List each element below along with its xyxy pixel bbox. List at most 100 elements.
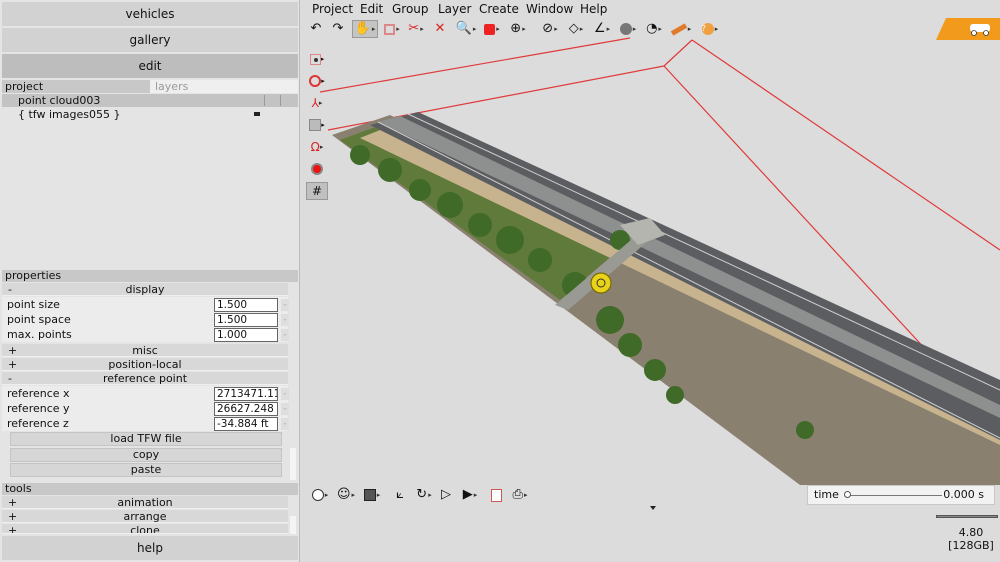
paste-button[interactable]: paste — [10, 463, 282, 477]
align-icon[interactable]: ▸ — [306, 116, 328, 134]
help-button[interactable]: help — [2, 536, 298, 560]
measure-icon[interactable]: ▸ — [616, 20, 640, 38]
angle-icon[interactable]: ∠ ▸ — [590, 20, 614, 38]
left-panel: vehicles gallery edit project layers poi… — [0, 0, 300, 562]
reference-y-input[interactable]: 26627.248 f — [214, 402, 278, 416]
tool-section-arrange[interactable]: arrange + — [2, 510, 288, 523]
time-label: time — [814, 488, 839, 501]
menu-layer[interactable]: Layer — [438, 2, 471, 16]
chevron-down-icon[interactable] — [650, 506, 656, 510]
record-icon[interactable] — [306, 160, 328, 178]
property-reference-y: reference y 26627.248 f - — [2, 401, 289, 416]
section-reference-point[interactable]: reference point - — [2, 372, 288, 385]
delete-icon[interactable]: ✕ — [430, 20, 450, 38]
point-space-input[interactable]: 1.500 — [214, 313, 278, 327]
tree-item-point-cloud[interactable]: point cloud003 — [2, 94, 298, 107]
collapse-toggle[interactable]: - — [8, 372, 12, 385]
tree-item-tfw-images[interactable]: { tfw images055 } — [2, 108, 298, 121]
section-misc[interactable]: misc + — [2, 344, 288, 357]
cube-icon[interactable]: ▸ — [480, 20, 504, 38]
expand-toggle[interactable]: + — [8, 496, 17, 509]
axes-icon[interactable]: ⅄ ▸ — [306, 94, 328, 112]
tool-section-animation[interactable]: animation + — [2, 496, 288, 509]
vehicles-button[interactable]: vehicles — [2, 2, 298, 26]
grid-icon[interactable]: # — [306, 182, 328, 200]
head-icon[interactable]: ☺ ▸ — [334, 486, 358, 504]
hand-icon[interactable]: ✋ ▸ — [352, 20, 378, 38]
ruler-icon[interactable]: ▸ — [668, 20, 694, 38]
print-icon[interactable]: ⎙ ▸ — [508, 486, 532, 504]
move-icon[interactable]: ⊕ ▸ — [506, 20, 530, 38]
path-icon[interactable]: ↻ ▸ — [412, 486, 436, 504]
collapse-toggle[interactable]: - — [8, 283, 12, 296]
section-display[interactable]: display - — [2, 283, 288, 296]
report-icon[interactable] — [486, 486, 506, 504]
section-label: display — [125, 283, 165, 296]
brand-logo-icon — [936, 18, 1000, 40]
section-label: clone — [130, 524, 160, 534]
material-icon[interactable]: ▸ — [360, 486, 384, 504]
point-snap-icon[interactable]: ▸ — [306, 50, 328, 68]
point-size-input[interactable]: 1.500 — [214, 298, 278, 312]
menu-window[interactable]: Window — [526, 2, 573, 16]
properties-scrollbar[interactable] — [290, 448, 296, 480]
expand-toggle[interactable]: + — [8, 510, 17, 523]
tool-section-clone[interactable]: clone + — [2, 524, 288, 534]
record-play-icon[interactable]: ▶ ▸ — [458, 486, 482, 504]
help-icon[interactable]: ? ▸ — [698, 20, 722, 38]
time-slider[interactable]: time 0.000 s — [807, 485, 995, 505]
property-reference-x: reference x 2713471.11 - — [2, 386, 289, 401]
rotate-icon[interactable]: ⊘ ▸ — [538, 20, 562, 38]
3d-viewport[interactable]: Project Edit Group Layer Create Window H… — [300, 0, 1000, 562]
menu-edit[interactable]: Edit — [360, 2, 383, 16]
tools-scrollbar[interactable] — [290, 516, 296, 534]
property-reset-button[interactable]: - — [281, 299, 289, 311]
property-point-space: point space 1.500 - — [2, 312, 289, 327]
property-reset-button[interactable]: - — [281, 403, 289, 415]
lock-icon[interactable] — [254, 112, 260, 116]
tree-item-label: { tfw images055 } — [18, 108, 121, 121]
load-tfw-button[interactable]: load TFW file — [10, 432, 282, 446]
redo-icon[interactable]: ↷ — [328, 20, 348, 38]
undo-icon[interactable]: ↶ — [306, 20, 326, 38]
tab-project[interactable]: project — [2, 80, 150, 93]
point-cloud-scene[interactable] — [300, 0, 1000, 562]
plane-icon[interactable]: ◇ ▸ — [564, 20, 588, 38]
property-label: reference y — [7, 402, 70, 415]
property-point-size: point size 1.500 - — [2, 297, 289, 312]
magnet-icon[interactable]: Ω ▸ — [306, 138, 328, 156]
sphere-icon[interactable]: ▸ — [308, 486, 332, 504]
expand-toggle[interactable]: + — [8, 524, 17, 533]
section-label: misc — [132, 344, 158, 357]
edit-button[interactable]: edit — [2, 54, 298, 78]
reference-z-input[interactable]: -34.884 ft — [214, 417, 278, 431]
time-slider-handle[interactable] — [844, 491, 851, 498]
section-position-local[interactable]: position-local + — [2, 358, 288, 371]
property-label: point size — [7, 298, 60, 311]
menu-create[interactable]: Create — [479, 2, 519, 16]
property-reset-button[interactable]: - — [281, 314, 289, 326]
clock-icon[interactable]: ◔ ▸ — [642, 20, 666, 38]
tools-header: tools — [2, 483, 298, 495]
menu-group[interactable]: Group — [392, 2, 429, 16]
property-reset-button[interactable]: - — [281, 418, 289, 430]
property-reset-button[interactable]: - — [281, 388, 289, 400]
copy-button[interactable]: copy — [10, 448, 282, 462]
gallery-button[interactable]: gallery — [2, 28, 298, 52]
menu-help[interactable]: Help — [580, 2, 607, 16]
section-label: animation — [117, 496, 173, 509]
expand-toggle[interactable]: + — [8, 344, 17, 357]
property-reset-button[interactable]: - — [281, 329, 289, 341]
zoom-icon[interactable]: 🔍 ▸ — [454, 20, 478, 38]
menu-project[interactable]: Project — [312, 2, 353, 16]
expand-toggle[interactable]: + — [8, 358, 17, 371]
max-points-input[interactable]: 1.000 — [214, 328, 278, 342]
tab-layers[interactable]: layers — [152, 80, 298, 93]
play-icon[interactable]: ▷ — [436, 486, 456, 504]
reference-x-input[interactable]: 2713471.11 — [214, 387, 278, 401]
scissors-icon[interactable]: ✂ ▸ — [404, 20, 428, 38]
graph-icon[interactable]: ⟀ — [390, 486, 410, 504]
time-track[interactable] — [846, 495, 942, 496]
rect-select-icon[interactable]: ▸ — [380, 20, 404, 38]
target-icon[interactable]: ▸ — [306, 72, 328, 90]
